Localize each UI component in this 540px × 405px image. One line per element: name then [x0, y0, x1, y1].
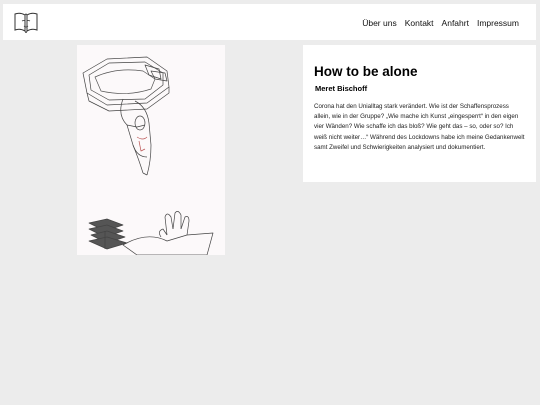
line-drawing-illustration: [82, 56, 214, 255]
book-face-logo-icon[interactable]: [13, 11, 39, 35]
site-header: Über uns Kontakt Anfahrt Impressum: [3, 4, 536, 40]
article-body: Corona hat den Unialltag stark verändert…: [314, 103, 525, 151]
article-title: How to be alone: [314, 64, 418, 79]
nav-item-impressum[interactable]: Impressum: [477, 18, 519, 28]
nav-item-ueber-uns[interactable]: Über uns: [362, 18, 397, 28]
article-author: Meret Bischoff: [315, 84, 368, 93]
nav-item-anfahrt[interactable]: Anfahrt: [442, 18, 469, 28]
article-card: How to be alone Meret Bischoff Corona ha…: [303, 45, 536, 182]
nav-item-kontakt[interactable]: Kontakt: [405, 18, 434, 28]
artwork-image: [77, 45, 225, 255]
main-nav: Über uns Kontakt Anfahrt Impressum: [362, 18, 519, 28]
